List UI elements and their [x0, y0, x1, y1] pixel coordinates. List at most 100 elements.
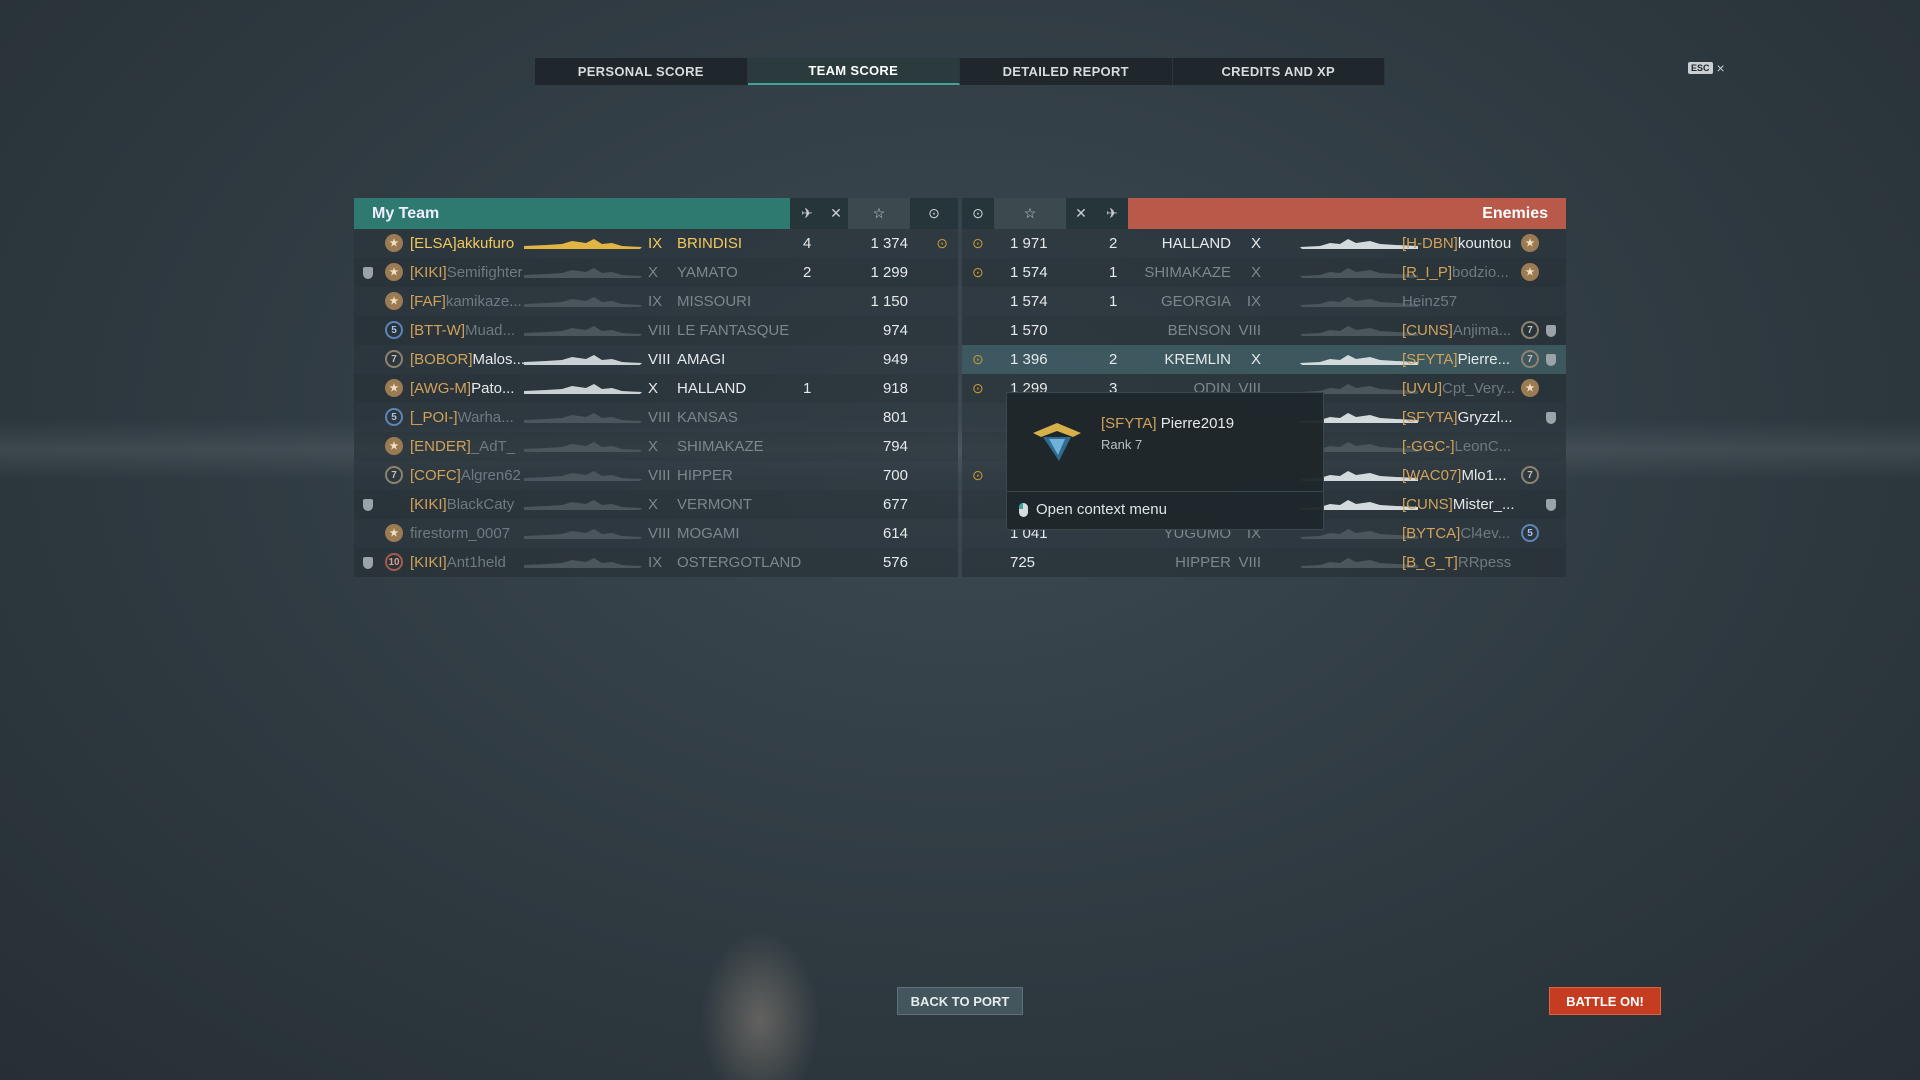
table-row[interactable]: ⊙ 1 574 1 SHIMAKAZE X [R_I_P] bodzio... ★	[962, 258, 1566, 287]
clan-tag: [ENDER]	[410, 438, 471, 455]
base-xp-star-icon[interactable]: ☆	[848, 198, 910, 229]
player-name[interactable]: [R_I_P] bodzio...	[1402, 258, 1509, 287]
ship-silhouette-icon	[524, 326, 642, 336]
base-xp-star-icon[interactable]: ☆	[994, 198, 1066, 229]
ship-silhouette-icon	[1300, 355, 1418, 365]
base-xp: 1 971	[1010, 235, 1048, 252]
clan-tag: [KIKI]	[410, 264, 447, 281]
player-name[interactable]: [H-DBN] kountou	[1402, 229, 1511, 258]
esc-close[interactable]: ESC ×	[1688, 60, 1725, 76]
player-nickname: Pierre...	[1457, 351, 1511, 368]
back-to-port-button[interactable]: BACK TO PORT	[897, 987, 1023, 1015]
table-row[interactable]: 5 [_POI-] Warha... VIII KANSAS 801	[354, 403, 958, 432]
rank-badge-icon: 7	[385, 350, 403, 368]
battle-on-button[interactable]: BATTLE ON!	[1549, 987, 1661, 1015]
my-team-title: My Team	[354, 198, 790, 229]
clan-tag: [FAF]	[410, 293, 446, 310]
clan-tag: [CUNS]	[1402, 322, 1453, 339]
ship-silhouette-icon	[1300, 326, 1418, 336]
table-row[interactable]: ★ [ELSA] akkufuro IX BRINDISI 4 1 374 ⊙	[354, 229, 958, 258]
ships-destroyed: 2	[1109, 235, 1118, 252]
tab-personal-score[interactable]: PERSONAL SCORE	[535, 58, 748, 85]
player-name[interactable]: [SFYTA] Pierre...	[1402, 345, 1510, 374]
player-name[interactable]: [ENDER] _AdT_	[410, 432, 515, 461]
ship-name: AMAGI	[677, 351, 726, 368]
player-name[interactable]: [KIKI] Semifighter	[410, 258, 523, 287]
mouse-icon	[1019, 502, 1028, 517]
planes-shot-icon[interactable]: ✈	[1096, 198, 1128, 229]
player-name[interactable]: [BYTCA] Cl4ev...	[1402, 519, 1510, 548]
player-name[interactable]: firestorm_0007	[410, 519, 510, 548]
clan-tag: [BTT-W]	[410, 322, 465, 339]
open-context-menu-hint[interactable]: Open context menu	[1019, 501, 1167, 518]
table-row[interactable]: 725 HIPPER VIII [B_G_T] RRpess	[962, 548, 1566, 577]
base-xp: 677	[882, 496, 908, 513]
player-nickname: Heinz57	[1402, 293, 1458, 310]
ship-tier: X	[648, 438, 659, 455]
player-nickname: kountou	[1457, 235, 1512, 252]
player-nickname: Cpt_Very...	[1442, 380, 1516, 397]
table-row[interactable]: 5 [BTT-W] Muad... VIII LE FANTASQUE 974	[354, 316, 958, 345]
tab-credits-and-xp[interactable]: CREDITS AND XP	[1173, 58, 1385, 85]
table-row[interactable]: ★ firestorm_0007 VIII MOGAMI 614	[354, 519, 958, 548]
player-name[interactable]: [WAC07] Mlo1...	[1402, 461, 1506, 490]
ships-destroyed-icon[interactable]: ✕	[824, 198, 848, 229]
clan-tag: [R_I_P]	[1402, 264, 1453, 281]
player-name[interactable]: [KIKI] Ant1held	[410, 548, 506, 577]
ship-tier: X	[1250, 235, 1261, 252]
rank-star-icon: ★	[385, 292, 403, 310]
ship-name: YAMATO	[677, 264, 738, 281]
ship-name: HIPPER	[677, 467, 733, 484]
damage-icon[interactable]: ⊙	[910, 198, 958, 229]
table-row[interactable]: 10 [KIKI] Ant1held IX OSTERGOTLAND 576	[354, 548, 958, 577]
table-row[interactable]: 1 570 BENSON VIII [CUNS] Anjima... 7	[962, 316, 1566, 345]
clan-tag: [-GGC-]	[1402, 438, 1455, 455]
ship-silhouette-icon	[524, 558, 642, 568]
close-icon[interactable]: ×	[1717, 60, 1725, 76]
player-name[interactable]: [KIKI] BlackCaty	[410, 490, 514, 519]
player-name[interactable]: [BTT-W] Muad...	[410, 316, 515, 345]
table-row[interactable]: ⊙ 1 396 2 KREMLIN X [SFYTA] Pierre... 7	[962, 345, 1566, 374]
planes-shot-icon[interactable]: ✈	[790, 198, 824, 229]
player-name[interactable]: [AWG-M] Pato...	[410, 374, 514, 403]
table-row[interactable]: 7 [BOBOR] Malos... VIII AMAGI 949	[354, 345, 958, 374]
player-name[interactable]: [SFYTA] Gryzzl...	[1402, 403, 1513, 432]
ship-silhouette-icon	[524, 413, 642, 423]
player-name[interactable]: [BOBOR] Malos...	[410, 345, 525, 374]
base-xp: 1 574	[1010, 264, 1048, 281]
table-row[interactable]: 1 574 1 GEORGIA IX Heinz57	[962, 287, 1566, 316]
player-name[interactable]: [COFC] Algren62	[410, 461, 521, 490]
clan-tag: [BOBOR]	[410, 351, 473, 368]
table-row[interactable]: ⊙ 1 971 2 HALLAND X [H-DBN] kountou ★	[962, 229, 1566, 258]
table-row[interactable]: [KIKI] BlackCaty X VERMONT 677	[354, 490, 958, 519]
rank-badge-icon: 5	[385, 321, 403, 339]
player-name[interactable]: [UVU] Cpt_Very...	[1402, 374, 1515, 403]
player-name[interactable]: [CUNS] Mister_...	[1402, 490, 1515, 519]
damage-icon: ⊙	[972, 351, 984, 367]
ship-silhouette-icon	[1300, 297, 1418, 307]
player-name[interactable]: Heinz57	[1402, 287, 1457, 316]
damage-icon: ⊙	[972, 380, 984, 396]
table-row[interactable]: ★ [KIKI] Semifighter X YAMATO 2 1 299	[354, 258, 958, 287]
player-name[interactable]: [ELSA] akkufuro	[410, 229, 514, 258]
player-name[interactable]: [B_G_T] RRpess	[1402, 548, 1511, 577]
rank-star-icon: ★	[1521, 263, 1539, 281]
table-row[interactable]: 7 [COFC] Algren62 VIII HIPPER 700	[354, 461, 958, 490]
enemies-title: Enemies	[1128, 198, 1566, 229]
player-name[interactable]: [-GGC-] LeonC...	[1402, 432, 1511, 461]
player-name[interactable]: [CUNS] Anjima...	[1402, 316, 1511, 345]
ships-destroyed-icon[interactable]: ✕	[1066, 198, 1096, 229]
clan-tag: [H-DBN]	[1402, 235, 1458, 252]
clan-tag: [_POI-]	[410, 409, 458, 426]
rank-star-icon: ★	[385, 524, 403, 542]
player-name[interactable]: [FAF] kamikaze...	[410, 287, 522, 316]
result-tabs: PERSONAL SCORE TEAM SCORE DETAILED REPOR…	[535, 58, 1385, 85]
player-name[interactable]: [_POI-] Warha...	[410, 403, 514, 432]
table-row[interactable]: ★ [ENDER] _AdT_ X SHIMAKAZE 794	[354, 432, 958, 461]
ship-tier: IX	[648, 293, 663, 310]
tab-team-score[interactable]: TEAM SCORE	[747, 58, 960, 85]
table-row[interactable]: ★ [AWG-M] Pato... X HALLAND 1 918	[354, 374, 958, 403]
tab-detailed-report[interactable]: DETAILED REPORT	[960, 58, 1173, 85]
damage-icon[interactable]: ⊙	[962, 198, 994, 229]
table-row[interactable]: ★ [FAF] kamikaze... IX MISSOURI 1 150	[354, 287, 958, 316]
